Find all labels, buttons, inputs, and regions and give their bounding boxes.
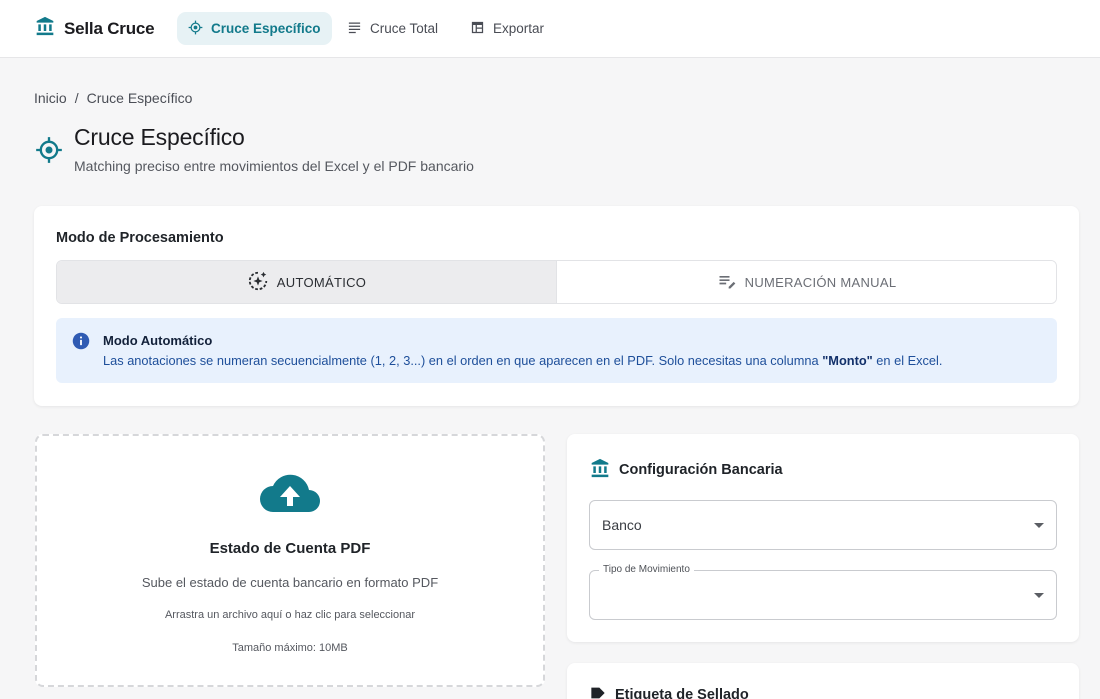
bank-icon xyxy=(590,458,610,482)
seal-label-card: Etiqueta de Sellado xyxy=(567,663,1079,699)
info-text: Las anotaciones se numeran secuencialmen… xyxy=(103,353,942,368)
nav-label: Cruce Específico xyxy=(211,21,321,36)
breadcrumb-separator: / xyxy=(74,90,79,106)
target-icon xyxy=(188,20,203,38)
processing-mode-card: Modo de Procesamiento AUTOMÁTICO NUMERAC… xyxy=(34,206,1079,406)
list-icon xyxy=(347,20,362,38)
bank-select-value: Banco xyxy=(602,517,642,533)
upload-subtitle: Sube el estado de cuenta bancario en for… xyxy=(141,575,439,590)
auto-mode-icon xyxy=(247,270,269,295)
info-text-end: en el Excel. xyxy=(872,353,943,368)
nav-cruce-especifico[interactable]: Cruce Específico xyxy=(177,12,332,45)
top-navigation-bar: Sella Cruce Cruce Específico Cruce Total… xyxy=(0,0,1100,58)
breadcrumb-current: Cruce Específico xyxy=(86,90,193,106)
mode-automatic-label: AUTOMÁTICO xyxy=(276,274,367,290)
movement-type-select[interactable]: Tipo de Movimiento xyxy=(589,564,1057,620)
edit-list-icon xyxy=(717,271,737,294)
pdf-upload-dropzone[interactable]: Estado de Cuenta PDF Sube el estado de c… xyxy=(35,434,545,687)
mode-toggle-group: AUTOMÁTICO NUMERACIÓN MANUAL xyxy=(56,260,1057,304)
upload-hint: Arrastra un archivo aquí o haz clic para… xyxy=(164,609,416,621)
dropdown-arrow-icon xyxy=(1034,593,1044,598)
movement-type-label: Tipo de Movimiento xyxy=(599,564,694,575)
target-icon xyxy=(35,136,63,169)
nav-label: Exportar xyxy=(493,21,545,36)
info-icon xyxy=(72,332,90,355)
cloud-upload-icon xyxy=(259,472,321,521)
breadcrumb: Inicio / Cruce Específico xyxy=(34,90,192,106)
brand[interactable]: Sella Cruce xyxy=(35,16,155,41)
mode-manual-label: NUMERACIÓN MANUAL xyxy=(744,274,897,290)
processing-mode-heading: Modo de Procesamiento xyxy=(56,230,224,246)
bank-config-title: Configuración Bancaria xyxy=(619,462,783,478)
mode-manual-button[interactable]: NUMERACIÓN MANUAL xyxy=(556,261,1056,303)
mode-automatic-button[interactable]: AUTOMÁTICO xyxy=(57,261,556,303)
info-text-start: Las anotaciones se numeran secuencialmen… xyxy=(103,353,823,368)
bank-select[interactable]: Banco xyxy=(589,500,1057,550)
upload-max-size: Tamaño máximo: 10MB xyxy=(232,642,348,654)
table-icon xyxy=(470,20,485,38)
mode-info-alert: Modo Automático Las anotaciones se numer… xyxy=(56,318,1057,383)
bank-icon xyxy=(35,16,55,41)
page-subtitle: Matching preciso entre movimientos del E… xyxy=(74,158,474,174)
bank-config-card: Configuración Bancaria Banco Tipo de Mov… xyxy=(567,434,1079,642)
breadcrumb-home[interactable]: Inicio xyxy=(34,90,67,106)
seal-label-title: Etiqueta de Sellado xyxy=(615,687,749,699)
seal-label-heading: Etiqueta de Sellado xyxy=(590,685,749,699)
bank-config-heading: Configuración Bancaria xyxy=(590,458,783,482)
nav-label: Cruce Total xyxy=(370,21,439,36)
nav-exportar[interactable]: Exportar xyxy=(459,12,555,45)
upload-title: Estado de Cuenta PDF xyxy=(209,540,371,557)
label-tag-icon xyxy=(590,685,606,699)
info-text-bold: "Monto" xyxy=(822,353,873,368)
info-title: Modo Automático xyxy=(103,333,213,348)
dropdown-arrow-icon xyxy=(1034,523,1044,528)
nav-cruce-total[interactable]: Cruce Total xyxy=(336,12,449,45)
brand-name: Sella Cruce xyxy=(64,18,155,38)
page-title: Cruce Específico xyxy=(74,124,245,150)
